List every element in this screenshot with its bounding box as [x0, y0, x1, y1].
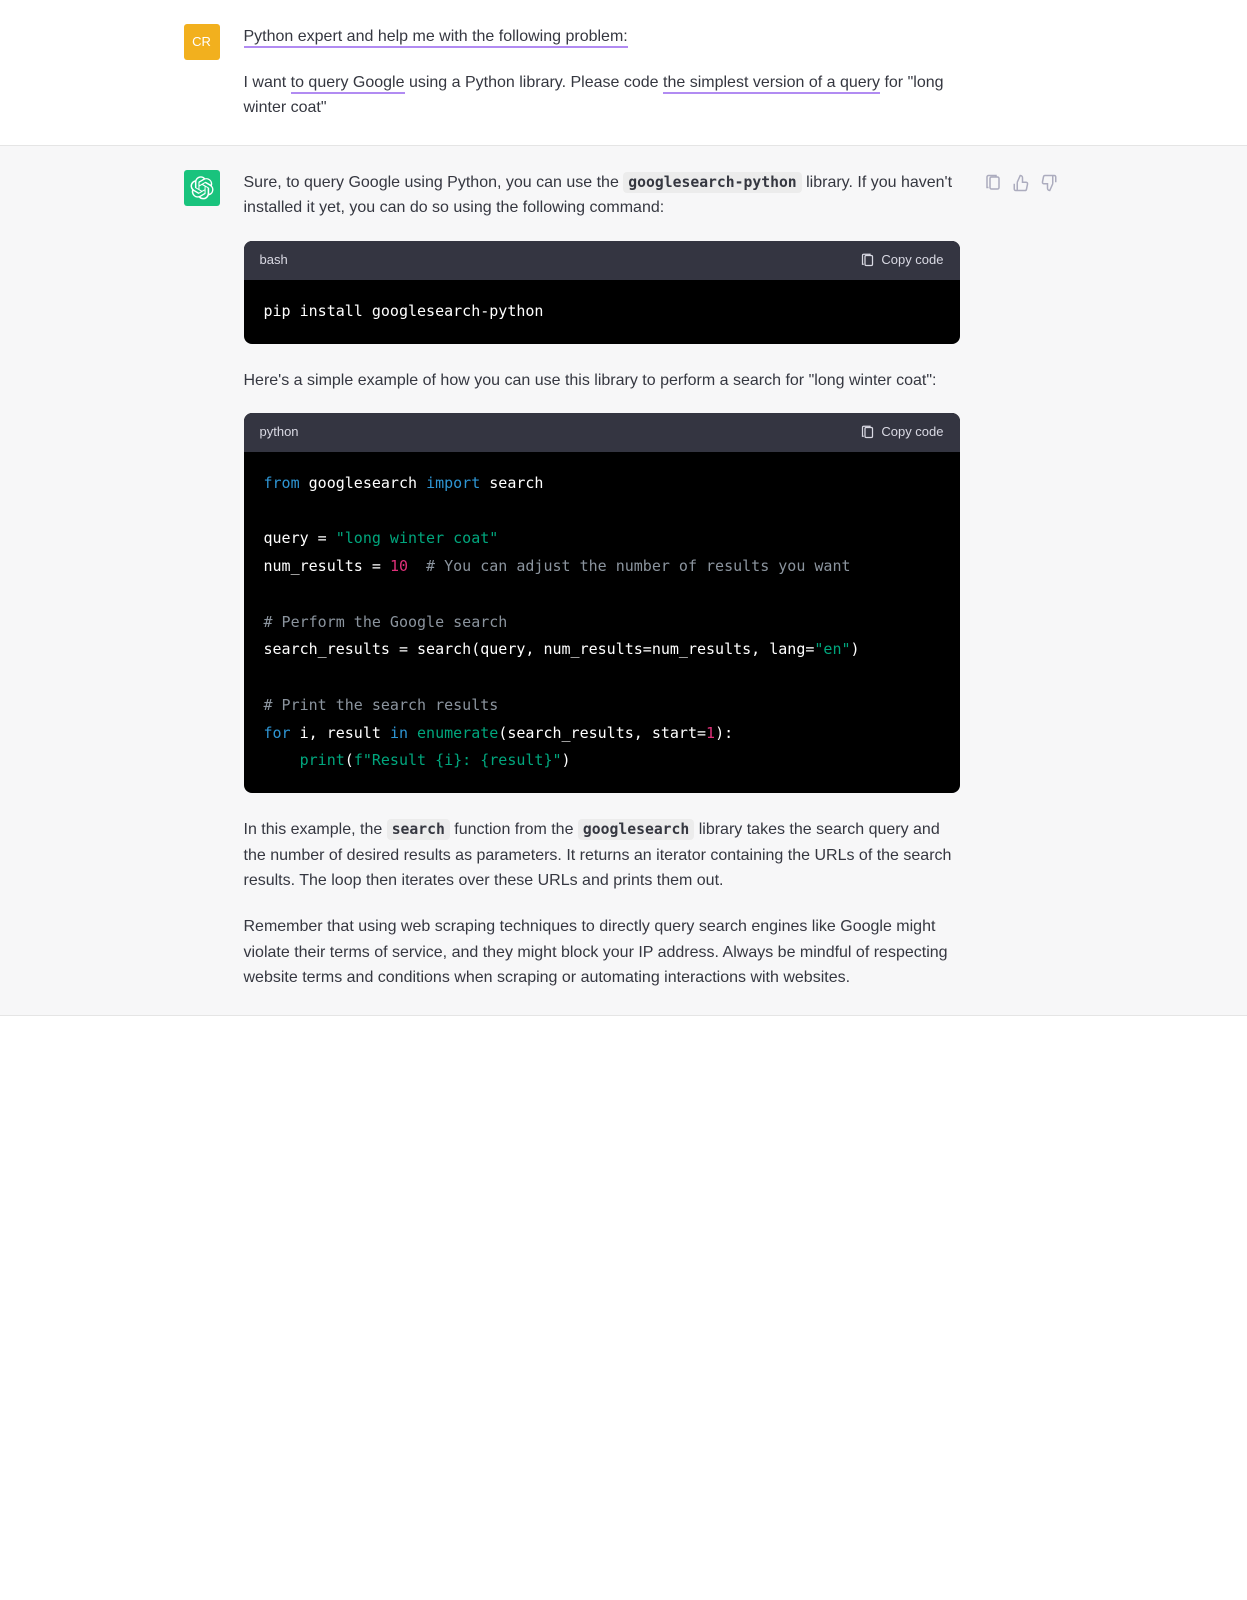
user-avatar: CR — [184, 24, 220, 60]
clipboard-icon — [860, 253, 875, 268]
code-block-bash: bash Copy code pip install googlesearch-… — [244, 241, 960, 344]
prompt-highlight-2: to query Google — [291, 74, 405, 94]
assistant-avatar — [184, 170, 220, 206]
prompt-highlight-1: Python expert and help me with the follo… — [244, 28, 628, 48]
prompt-highlight-3: the simplest version of a query — [663, 74, 880, 94]
code-block-python: python Copy code from googlesearch impor… — [244, 413, 960, 793]
user-message: CR Python expert and help me with the fo… — [0, 0, 1247, 145]
inline-code-gs: googlesearch — [578, 819, 694, 840]
copy-code-button[interactable]: Copy code — [860, 422, 943, 443]
code-language-label: bash — [260, 250, 288, 271]
prompt-line-2: I want to query Google using a Python li… — [244, 70, 960, 121]
assistant-content: Sure, to query Google using Python, you … — [244, 170, 960, 991]
openai-logo-icon — [190, 176, 214, 200]
code-body-bash[interactable]: pip install googlesearch-python — [244, 280, 960, 344]
copy-code-button[interactable]: Copy code — [860, 250, 943, 271]
copy-response-icon[interactable] — [984, 174, 1002, 192]
code-header: bash Copy code — [244, 241, 960, 280]
user-content: Python expert and help me with the follo… — [244, 24, 960, 121]
thumbs-down-icon[interactable] — [1040, 174, 1058, 192]
prompt-line-1: Python expert and help me with the follo… — [244, 24, 960, 50]
assistant-paragraph-2: Here's a simple example of how you can u… — [244, 368, 960, 394]
assistant-message: Sure, to query Google using Python, you … — [0, 145, 1247, 1016]
assistant-paragraph-3: In this example, the search function fro… — [244, 817, 960, 894]
inline-code-lib: googlesearch-python — [623, 172, 801, 193]
message-row: Sure, to query Google using Python, you … — [164, 170, 1084, 991]
thumbs-up-icon[interactable] — [1012, 174, 1030, 192]
assistant-paragraph-4: Remember that using web scraping techniq… — [244, 914, 960, 991]
clipboard-icon — [860, 425, 875, 440]
code-language-label: python — [260, 422, 299, 443]
assistant-paragraph-1: Sure, to query Google using Python, you … — [244, 170, 960, 221]
assistant-actions — [984, 170, 1064, 991]
code-body-python[interactable]: from googlesearch import search query = … — [244, 452, 960, 793]
message-row: CR Python expert and help me with the fo… — [164, 24, 1084, 121]
inline-code-search: search — [387, 819, 450, 840]
user-actions-spacer — [984, 24, 1064, 121]
code-header: python Copy code — [244, 413, 960, 452]
avatar-initials: CR — [192, 32, 211, 53]
